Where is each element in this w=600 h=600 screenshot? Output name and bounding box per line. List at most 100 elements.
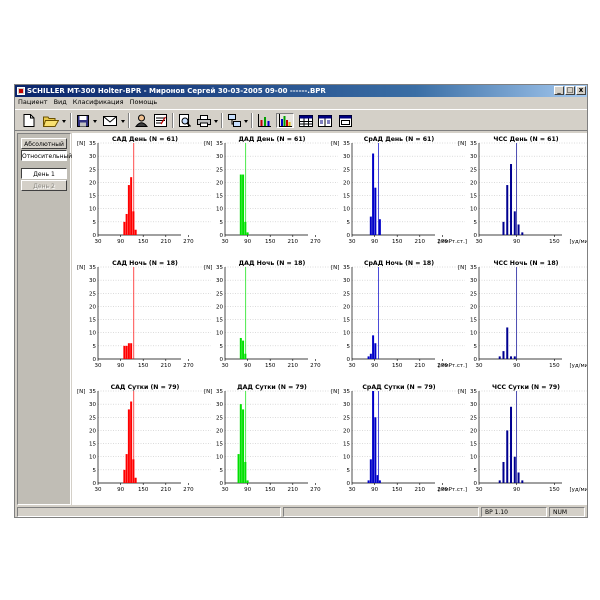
- x-tick-label: 210: [288, 487, 299, 493]
- x-tick-label: 270: [183, 239, 194, 245]
- x-tick-label: 30: [349, 239, 356, 245]
- x-tick-label: 270: [183, 363, 194, 369]
- status-bar: BP 1.10 NUM: [15, 506, 587, 517]
- day-1-button[interactable]: День 1: [21, 168, 67, 179]
- open-dropdown-arrow[interactable]: [62, 120, 66, 123]
- y-tick-label: 10: [343, 207, 350, 213]
- histogram-bar: [123, 345, 126, 359]
- histogram-button[interactable]: [276, 113, 294, 128]
- x-tick-label: 150: [265, 487, 276, 493]
- print-icon: [197, 114, 211, 127]
- histogram-bar: [513, 356, 516, 359]
- patient-icon: [134, 114, 148, 127]
- menu-help[interactable]: Помощь: [127, 97, 161, 108]
- y-tick-label: 15: [89, 318, 96, 324]
- network-dropdown-arrow[interactable]: [244, 120, 248, 123]
- y-tick-label: 15: [343, 442, 350, 448]
- save-dropdown-arrow[interactable]: [93, 120, 97, 123]
- save-button[interactable]: [75, 113, 91, 128]
- status-num-lock: NUM: [549, 507, 585, 517]
- window-button[interactable]: [337, 113, 353, 128]
- maximize-button[interactable]: □: [565, 86, 575, 95]
- y-tick-label: 30: [216, 278, 223, 284]
- chart-title: СрАД Сутки (N = 79): [362, 384, 435, 391]
- network-icon: [227, 114, 241, 127]
- network-button[interactable]: [226, 113, 242, 128]
- x-tick-label: 90: [371, 363, 378, 369]
- histogram-panel: САД Ночь (N = 18)[N]0510152025303530 90 15…: [77, 260, 211, 369]
- histogram-bar: [517, 224, 520, 235]
- x-tick-label: 150: [265, 363, 276, 369]
- x-tick-label: 150: [392, 363, 403, 369]
- y-tick-label: 35: [89, 389, 96, 395]
- y-tick-label: 25: [343, 415, 350, 421]
- x-tick-label: 210: [161, 363, 172, 369]
- print-preview-button[interactable]: [177, 113, 193, 128]
- y-tick-label: 25: [470, 167, 477, 173]
- y-tick-label: 35: [343, 141, 350, 147]
- close-button[interactable]: x: [576, 86, 586, 95]
- x-tick-label: 30: [476, 363, 483, 369]
- y-tick-label: 30: [89, 278, 96, 284]
- table-values-button[interactable]: [317, 113, 333, 128]
- relative-mode-button[interactable]: Относительный: [21, 150, 72, 161]
- histogram-bar: [125, 454, 128, 483]
- x-tick-label: 270: [310, 239, 321, 245]
- absolute-mode-button[interactable]: Абсолютный: [21, 138, 67, 149]
- histogram-panel: САД День (N = 61)[N]0510152025303530 90 15…: [77, 136, 211, 245]
- x-tick-label: 270: [183, 487, 194, 493]
- table-button[interactable]: [298, 113, 314, 128]
- y-tick-label: 20: [216, 304, 223, 310]
- title-bar[interactable]: SCHILLER MT-300 Holter-BPR - Миронов Сер…: [15, 85, 587, 97]
- y-tick-label: 5: [474, 220, 478, 226]
- histogram-bar: [246, 480, 249, 483]
- table-icon: [299, 114, 313, 127]
- new-file-icon: [23, 114, 35, 127]
- print-dropdown-arrow[interactable]: [214, 120, 218, 123]
- print-preview-icon: [179, 114, 191, 127]
- x-tick-label: 90: [513, 363, 520, 369]
- menu-classification[interactable]: Класификация: [70, 97, 127, 108]
- y-tick-label: 25: [343, 167, 350, 173]
- save-icon: [77, 114, 89, 127]
- new-file-button[interactable]: [21, 113, 37, 128]
- y-tick-label: 30: [470, 402, 477, 408]
- y-tick-label: 25: [89, 291, 96, 297]
- histogram-bar: [239, 174, 242, 235]
- x-tick-label: 30: [222, 487, 229, 493]
- histogram-bar: [237, 454, 240, 483]
- y-axis-unit: [N]: [331, 265, 339, 271]
- mail-button[interactable]: [101, 113, 119, 128]
- histogram-bar: [498, 356, 501, 359]
- y-tick-label: 10: [343, 455, 350, 461]
- chart-title: ДАД Сутки (N = 79): [237, 384, 307, 391]
- histogram-bar: [130, 401, 133, 483]
- x-tick-label: 30: [349, 487, 356, 493]
- chart-title: ЧСС Ночь (N = 18): [494, 260, 559, 267]
- print-button[interactable]: [196, 113, 212, 128]
- mail-dropdown-arrow[interactable]: [121, 120, 125, 123]
- y-tick-label: 25: [89, 415, 96, 421]
- chart-title: САД Ночь (N = 18): [112, 260, 178, 267]
- histogram-bar: [510, 164, 513, 235]
- x-tick-label: 150: [265, 239, 276, 245]
- histogram-bar: [369, 216, 372, 235]
- y-tick-label: 15: [470, 318, 477, 324]
- y-tick-label: 5: [220, 220, 224, 226]
- histogram-panel: СрАД Ночь (N = 18)[N]0510152025303530 90 1…: [331, 260, 467, 369]
- x-tick-label: 210: [415, 363, 426, 369]
- menu-patient[interactable]: Пациент: [15, 97, 51, 108]
- x-tick-label: 90: [117, 239, 124, 245]
- x-tick-label: 210: [288, 239, 299, 245]
- menu-view[interactable]: Вид: [51, 97, 70, 108]
- toolbar-separator: [70, 113, 72, 128]
- chart-title: САД Сутки (N = 79): [111, 384, 180, 391]
- minimize-button[interactable]: _: [554, 86, 564, 95]
- patient-button[interactable]: [133, 113, 149, 128]
- report-button[interactable]: [152, 113, 168, 128]
- bar-chart-button[interactable]: [256, 113, 272, 128]
- histogram-bar: [372, 153, 375, 235]
- open-button[interactable]: [42, 113, 60, 128]
- chart-title: САД День (N = 61): [112, 136, 178, 143]
- y-tick-label: 20: [216, 428, 223, 434]
